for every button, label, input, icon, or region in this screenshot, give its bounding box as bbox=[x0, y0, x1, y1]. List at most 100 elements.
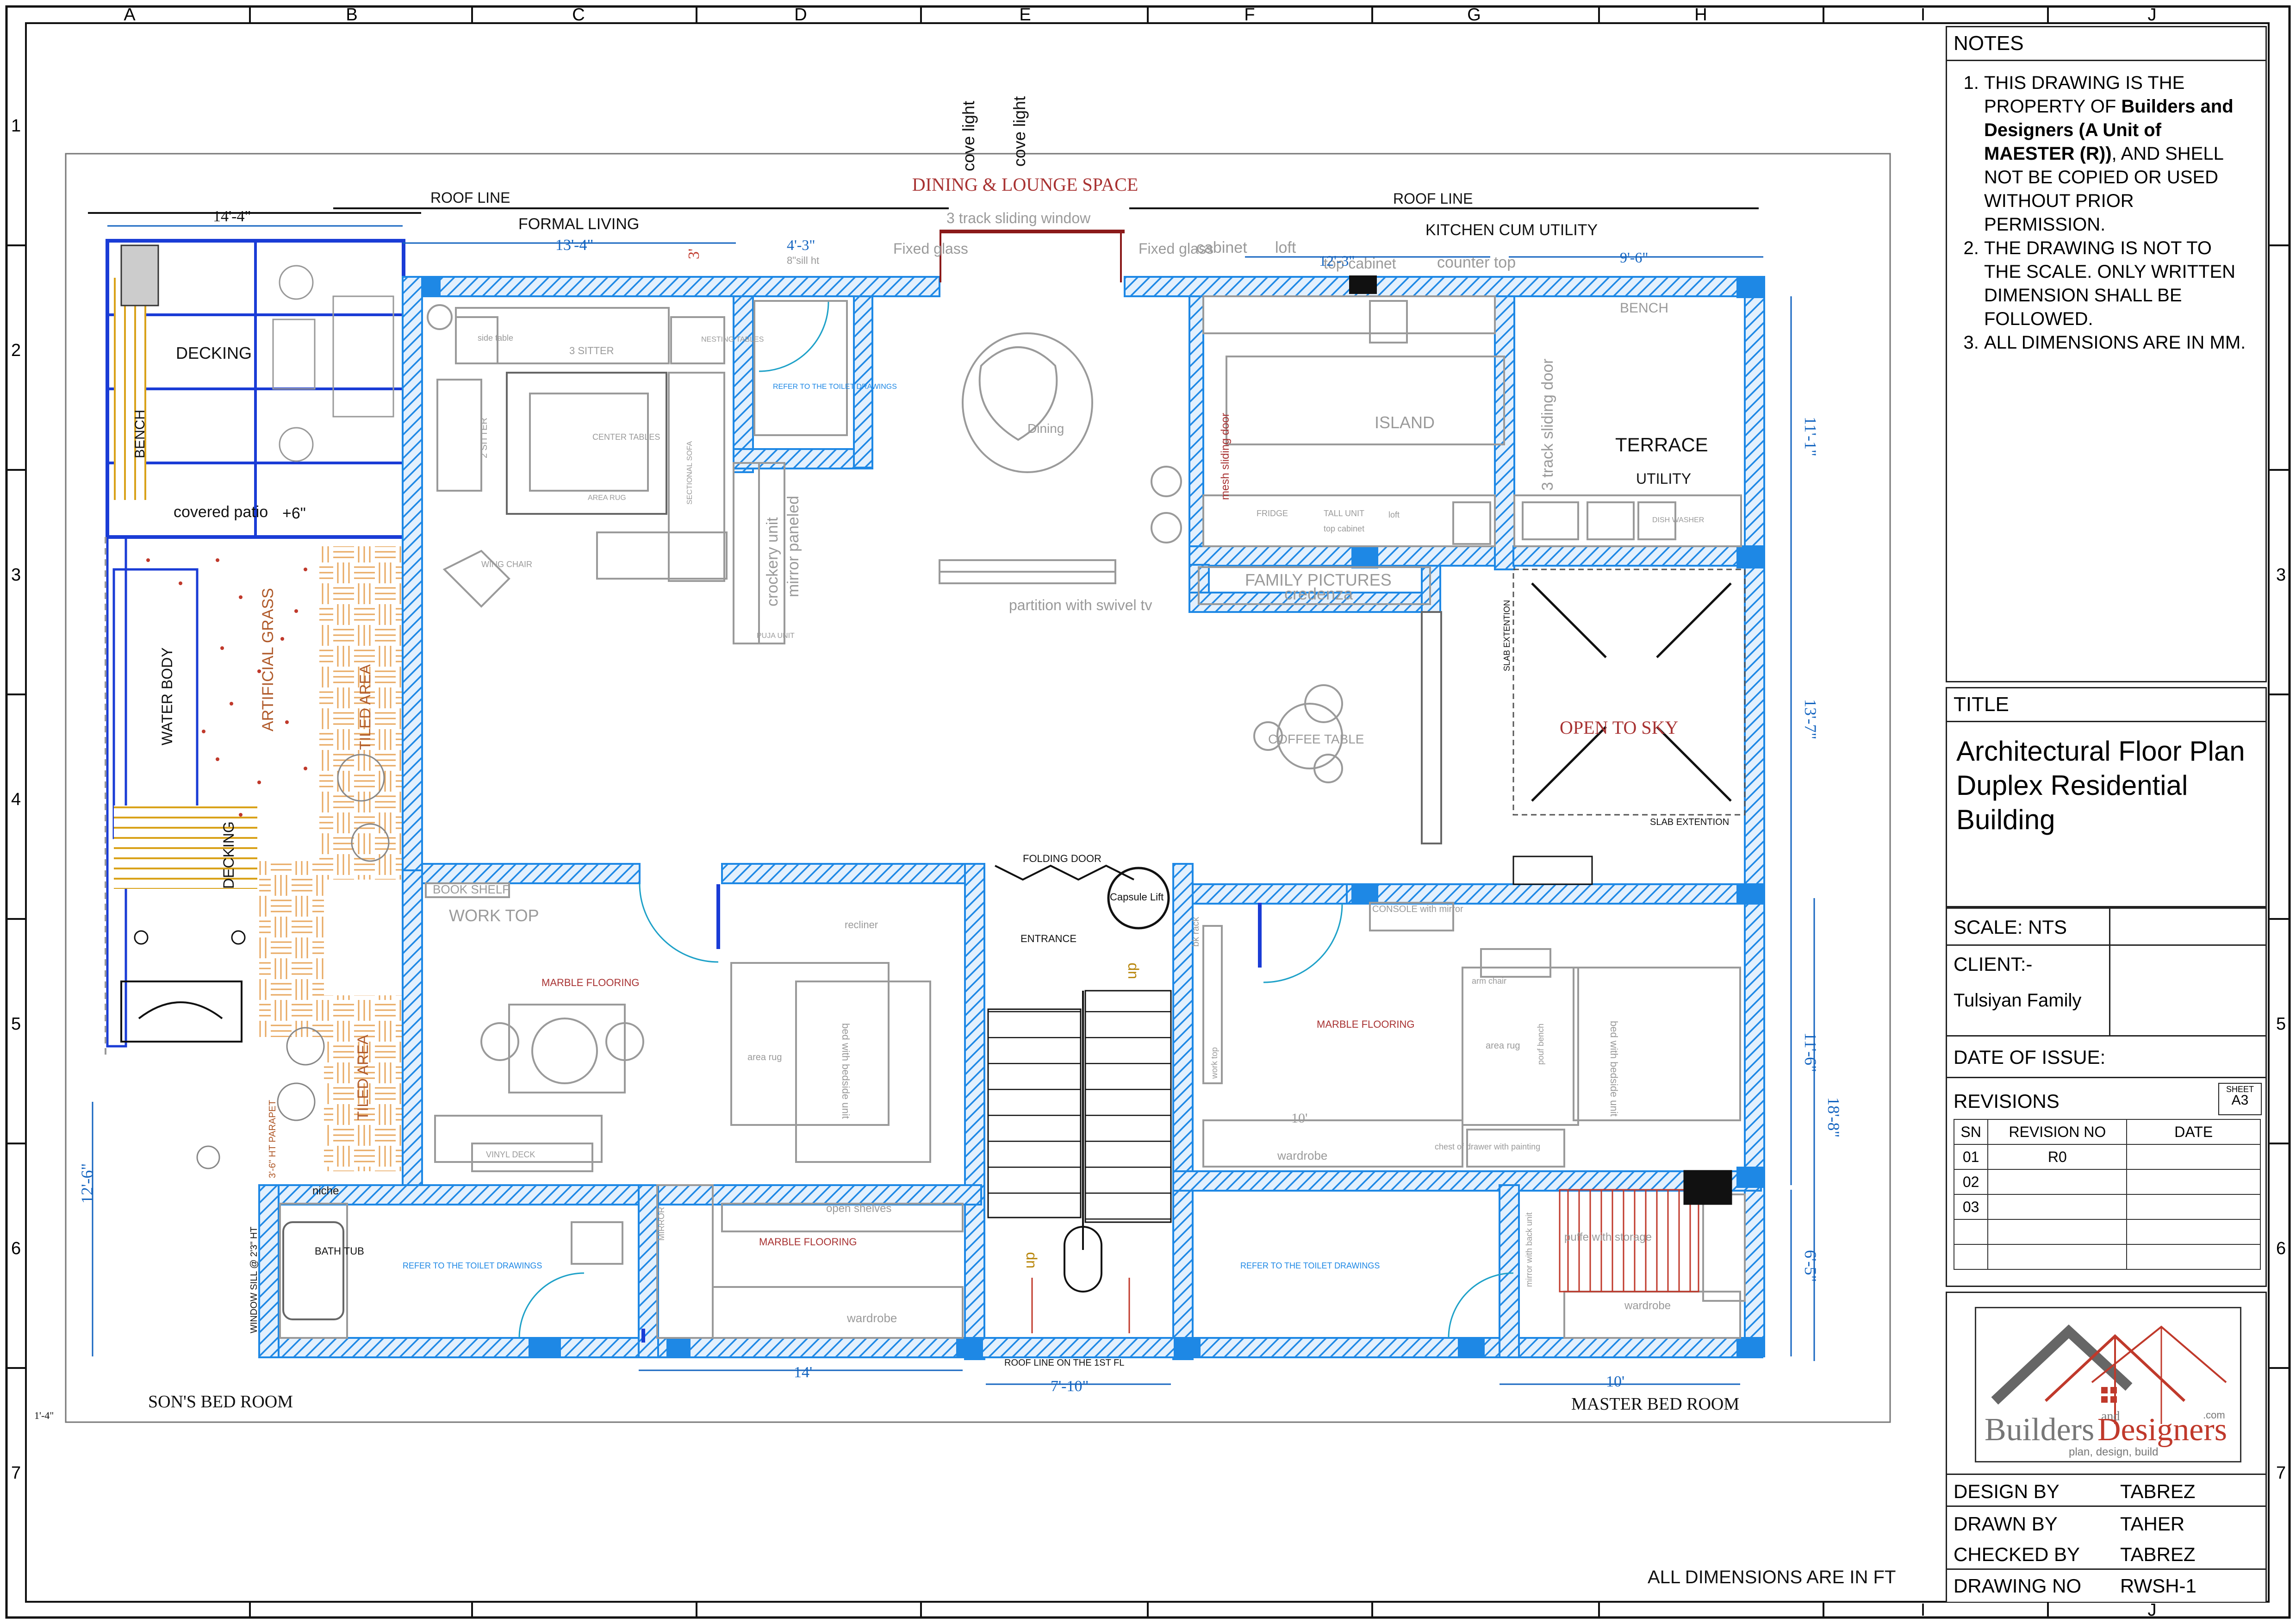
plan-label-terrace: TERRACE bbox=[1615, 434, 1708, 456]
date-issue-row: DATE OF ISSUE: bbox=[1947, 1037, 2265, 1078]
scale-row: SCALE: NTS bbox=[1947, 909, 2265, 946]
dimension-label: 7'-10" bbox=[1051, 1378, 1089, 1395]
checked-by-value: TABREZ bbox=[2120, 1543, 2196, 1565]
design-by-label: DESIGN BY bbox=[1954, 1480, 2060, 1502]
checked-by-label: CHECKED BY bbox=[1954, 1543, 2080, 1565]
plan-label-loft: loft bbox=[1275, 239, 1296, 256]
plan-label-master-bed: MASTER BED ROOM bbox=[1571, 1394, 1739, 1414]
plan-label-marble-1: MARBLE FLOORING bbox=[541, 977, 639, 988]
plan-label-artificial-grass: ARTIFICIAL GRASS bbox=[259, 588, 277, 731]
grid-row-label-right: 3 bbox=[2276, 565, 2286, 585]
logo-text-builders: Builders bbox=[1985, 1412, 2094, 1448]
logo-tagline: plan, design, build bbox=[2069, 1446, 2158, 1458]
plan-label-roof-line-left: ROOF LINE bbox=[430, 189, 510, 206]
sheet-value: A3 bbox=[2231, 1093, 2249, 1108]
plan-label-book-shelf: BOOK SHELF bbox=[433, 882, 510, 896]
fixed-glass-red bbox=[940, 231, 941, 282]
plan-label-area-rug-3: area rug bbox=[1486, 1041, 1520, 1051]
plan-label-plus6: +6" bbox=[282, 505, 306, 522]
plan-label-wardrobe-1: wardrobe bbox=[1277, 1149, 1327, 1162]
plan-label-bed-2: bed with bedside unit bbox=[1608, 1021, 1620, 1117]
grid-row-label-left: 6 bbox=[11, 1239, 21, 1258]
plan-label-cove-light-2: cove light bbox=[1010, 96, 1029, 167]
plan-label-pouf-bench: pouf bench bbox=[1536, 1024, 1545, 1065]
plan-label-console: CONSOLE with mirror bbox=[1372, 904, 1463, 914]
dimension-label: 1'-4" bbox=[34, 1410, 54, 1421]
plan-label-cabinet: cabinet bbox=[1196, 239, 1247, 256]
plan-label-side-table: side table bbox=[478, 333, 513, 343]
note-3: ALL DIMENSIONS ARE IN MM. bbox=[1984, 331, 2247, 355]
revision-cell: R0 bbox=[1987, 1144, 2128, 1170]
grid-row-label-left: 7 bbox=[11, 1463, 21, 1483]
plan-label-puffe: puffe with storage bbox=[1564, 1231, 1652, 1243]
revisions-table: SN REVISION NO DATE 01 R0 02 03 bbox=[1953, 1119, 2261, 1270]
plan-label-chest-drawer: chest of drawer with painting bbox=[1435, 1142, 1540, 1151]
grid-col-label-top: B bbox=[346, 5, 357, 25]
dimension-label: 12'-3" bbox=[1319, 252, 1355, 269]
plan-label-tiled-area-2: TILED AREA bbox=[355, 1034, 371, 1120]
plan-label-wardrobe-2: wardrobe bbox=[846, 1311, 897, 1325]
plan-label-cove-light-1: cove light bbox=[959, 101, 978, 171]
grid-row-label-left: 3 bbox=[11, 565, 21, 585]
title-line-3: Building bbox=[1956, 804, 2055, 835]
revision-cell bbox=[1987, 1169, 2128, 1195]
revision-cell: 01 bbox=[1953, 1144, 1989, 1170]
plan-label-bench-1: BENCH bbox=[132, 410, 148, 458]
revision-cell bbox=[1987, 1194, 2128, 1220]
plan-label-credenza: credenza bbox=[1284, 584, 1353, 603]
plan-label-decking-2: DECKING bbox=[220, 821, 237, 889]
staircase bbox=[987, 990, 1172, 1333]
plan-label-wing-chair: WING CHAIR bbox=[481, 560, 532, 569]
grid-row-label-left: 2 bbox=[11, 341, 21, 360]
note-1: THIS DRAWING IS THE PROPERTY OF Builders… bbox=[1984, 71, 2247, 237]
folding-door-symbol bbox=[995, 864, 1134, 881]
plan-label-open-shelves: open shelves bbox=[826, 1202, 891, 1215]
plan-label-three-sitter: 3 SITTER bbox=[569, 345, 614, 356]
plan-label-counter-top: counter top bbox=[1437, 254, 1516, 271]
drawing-no-row: DRAWING NO RWSH-1 bbox=[1947, 1571, 2265, 1601]
grid-row-label-left: 5 bbox=[11, 1014, 21, 1034]
grid-row-label-right: 5 bbox=[2276, 1014, 2286, 1034]
client-row: Tulsiyan Family bbox=[1947, 983, 2265, 1037]
grid-col-label-top: F bbox=[1244, 5, 1255, 25]
plan-label-top-cabinet2: top cabinet bbox=[1324, 524, 1364, 533]
plan-label-toilet-ref-1: REFER TO THE TOILET DRAWINGS bbox=[773, 383, 897, 391]
plan-label-open-to-sky: OPEN TO SKY bbox=[1560, 717, 1678, 738]
dimension-label: 14' bbox=[794, 1364, 812, 1381]
revision-col-header: SN bbox=[1953, 1119, 1989, 1145]
plan-label-niche: niche bbox=[312, 1185, 339, 1197]
plan-label-covered-patio: covered patio bbox=[174, 503, 268, 521]
plan-label-partition-tv: partition with swivel tv bbox=[1009, 597, 1152, 613]
revision-col-header: REVISION NO bbox=[1987, 1119, 2128, 1145]
plan-label-sill-ht: 8"sill ht bbox=[787, 255, 819, 266]
design-by-row: DESIGN BY TABREZ bbox=[1947, 1476, 2265, 1507]
plan-label-dish-washer: DISH WASHER bbox=[1652, 516, 1704, 524]
grid-row-label-left: 1 bbox=[11, 116, 21, 136]
plan-label-decking-1: DECKING bbox=[176, 344, 252, 362]
plan-label-area-rug: AREA RUG bbox=[588, 494, 626, 502]
plan-label-fridge: FRIDGE bbox=[1257, 509, 1288, 518]
revision-row: 02 bbox=[1953, 1169, 2261, 1195]
grid-row-label-left: 4 bbox=[11, 790, 21, 809]
plan-label-dining: Dining bbox=[1027, 421, 1064, 436]
grid-col-label-top: J bbox=[2148, 5, 2157, 25]
plan-label-toilet-ref-3: REFER TO THE TOILET DRAWINGS bbox=[1240, 1261, 1380, 1270]
grid-col-label-top: C bbox=[572, 5, 585, 25]
drawn-by-value: TAHER bbox=[2120, 1513, 2185, 1535]
revisions-label: REVISIONS bbox=[1954, 1090, 2060, 1112]
plan-label-window-sill: WINDOW SILL @ 2'3" HT bbox=[249, 1226, 259, 1333]
dimension-label: 4'-3" bbox=[787, 237, 815, 253]
dimension-label: 13'-4" bbox=[555, 237, 593, 254]
dimension-label: 13'-7" bbox=[1801, 699, 1820, 739]
plan-label-arm-chair: arm chair bbox=[1472, 976, 1506, 986]
plan-label-loft2: loft bbox=[1388, 510, 1400, 519]
scale-text: SCALE: NTS bbox=[1954, 916, 2067, 938]
dimension-label: 3' bbox=[685, 249, 703, 259]
plan-label-tiled-area-1: TILED AREA bbox=[357, 664, 373, 750]
revision-cell bbox=[1953, 1244, 1989, 1270]
plan-label-center-tables: CENTER TABLES bbox=[592, 432, 660, 442]
drawn-by-label: DRAWN BY bbox=[1954, 1513, 2058, 1535]
checked-by-row: CHECKED BY TABREZ bbox=[1947, 1539, 2265, 1570]
plan-label-wardrobe-3: wardrobe bbox=[1624, 1299, 1671, 1312]
drawn-by-row: DRAWN BY TAHER bbox=[1947, 1509, 2265, 1539]
